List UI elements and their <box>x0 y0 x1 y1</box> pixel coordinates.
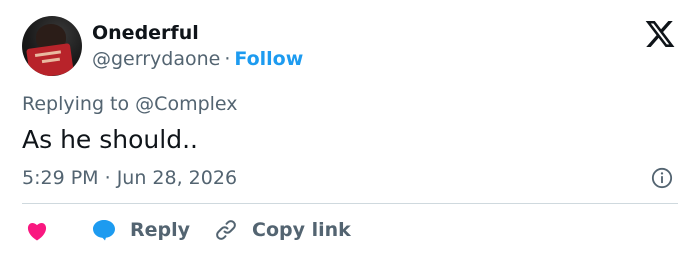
tweet-time: 5:29 PM <box>22 167 99 189</box>
tweet-text: As he should.. <box>22 125 198 154</box>
replying-to-mention[interactable]: @Complex <box>135 93 237 115</box>
author-handle-row: @gerrydaone · Follow <box>92 48 303 70</box>
timestamp-separator: · <box>104 167 111 189</box>
info-icon[interactable] <box>651 167 673 189</box>
follow-button[interactable]: Follow <box>234 48 303 70</box>
avatar[interactable] <box>22 16 82 76</box>
handle-separator: · <box>224 48 231 70</box>
reply-bubble-icon <box>93 220 115 241</box>
copy-link-label: Copy link <box>252 219 351 241</box>
author-display-name[interactable]: Onederful <box>92 22 199 44</box>
reply-label: Reply <box>130 219 191 241</box>
tweet-timestamp[interactable]: 5:29 PM · Jun 28, 2026 <box>22 167 237 189</box>
replying-to-line: Replying to @Complex <box>22 93 238 115</box>
avatar-book <box>26 43 74 76</box>
tweet-date: Jun 28, 2026 <box>116 167 238 189</box>
reply-button[interactable]: Reply <box>92 216 190 244</box>
x-logo-icon[interactable] <box>644 18 676 50</box>
divider <box>22 203 678 204</box>
action-bar: Reply Copy link <box>0 212 700 248</box>
link-icon <box>216 220 236 240</box>
heart-icon[interactable] <box>26 221 48 241</box>
tweet-embed-card: Onederful @gerrydaone · Follow Replying to… <box>0 0 700 256</box>
replying-to-prefix: Replying to <box>22 93 130 115</box>
author-handle[interactable]: @gerrydaone <box>92 48 220 70</box>
copy-link-button[interactable]: Copy link <box>214 216 351 244</box>
